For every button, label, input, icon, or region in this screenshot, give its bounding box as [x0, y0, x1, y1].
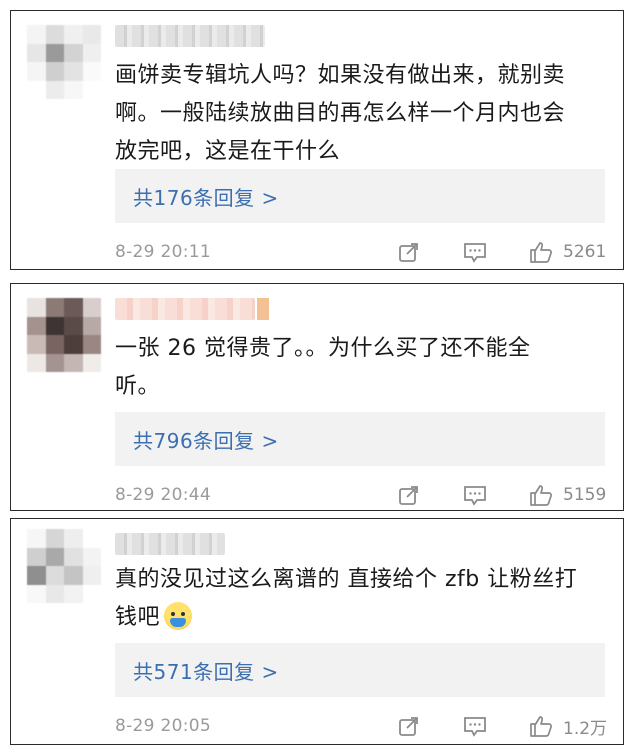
like-button[interactable]: 5261	[529, 240, 609, 264]
comment-text: 画饼卖专辑坑人吗？如果没有做出来，就别卖 啊。一般陆续放曲目的再怎么样一个月内也…	[115, 63, 566, 164]
avatar[interactable]	[27, 298, 101, 372]
comment-card: 真的没见过这么离谱的 直接给个 zfb 让粉丝打 钱吧 共571条回复 > 8-…	[10, 518, 624, 745]
reply-thread-button[interactable]: 共176条回复 >	[115, 169, 605, 223]
reply-count-link[interactable]: 共796条回复 >	[133, 425, 279, 454]
reply-thread-button[interactable]: 共571条回复 >	[115, 643, 605, 697]
comment-time: 8-29 20:05	[115, 716, 211, 736]
username-blurred[interactable]	[115, 533, 225, 555]
comment-time: 8-29 20:11	[115, 242, 211, 262]
comment-icon[interactable]	[463, 483, 487, 507]
comment-card: 一张 26 觉得贵了。。为什么买了还不能全 听。 共796条回复 > 8-29 …	[10, 283, 624, 511]
thumbs-up-icon[interactable]	[529, 714, 553, 738]
comment-meta-bar: 8-29 20:11 5261	[115, 237, 609, 267]
like-button[interactable]: 5159	[529, 483, 609, 507]
like-count: 5159	[563, 485, 607, 505]
like-button[interactable]: 1.2万	[529, 714, 609, 739]
comment-time: 8-29 20:44	[115, 485, 211, 505]
thumbs-up-icon[interactable]	[529, 483, 553, 507]
comment-icon[interactable]	[463, 240, 487, 264]
share-icon[interactable]	[397, 483, 421, 507]
reply-count-link[interactable]: 共571条回复 >	[133, 656, 279, 685]
thumbs-up-icon[interactable]	[529, 240, 553, 264]
like-count: 1.2万	[563, 718, 608, 739]
comment-text: 真的没见过这么离谱的 直接给个 zfb 让粉丝打 钱吧	[115, 561, 601, 637]
crying-face-emoji	[164, 602, 193, 630]
comment-icon[interactable]	[463, 714, 487, 738]
avatar[interactable]	[27, 529, 101, 603]
username-blurred[interactable]	[115, 298, 269, 320]
username-blurred[interactable]	[115, 25, 265, 47]
comment-card: 画饼卖专辑坑人吗？如果没有做出来，就别卖 啊。一般陆续放曲目的再怎么样一个月内也…	[10, 10, 624, 270]
comment-meta-bar: 8-29 20:44 5159	[115, 480, 609, 510]
avatar[interactable]	[27, 25, 101, 99]
comment-text: 一张 26 觉得贵了。。为什么买了还不能全 听。	[115, 336, 531, 399]
reply-count-link[interactable]: 共176条回复 >	[133, 182, 279, 211]
reply-thread-button[interactable]: 共796条回复 >	[115, 412, 605, 466]
like-count: 5261	[563, 242, 607, 262]
share-icon[interactable]	[397, 240, 421, 264]
comment-meta-bar: 8-29 20:05 1.2万	[115, 711, 609, 741]
share-icon[interactable]	[397, 714, 421, 738]
